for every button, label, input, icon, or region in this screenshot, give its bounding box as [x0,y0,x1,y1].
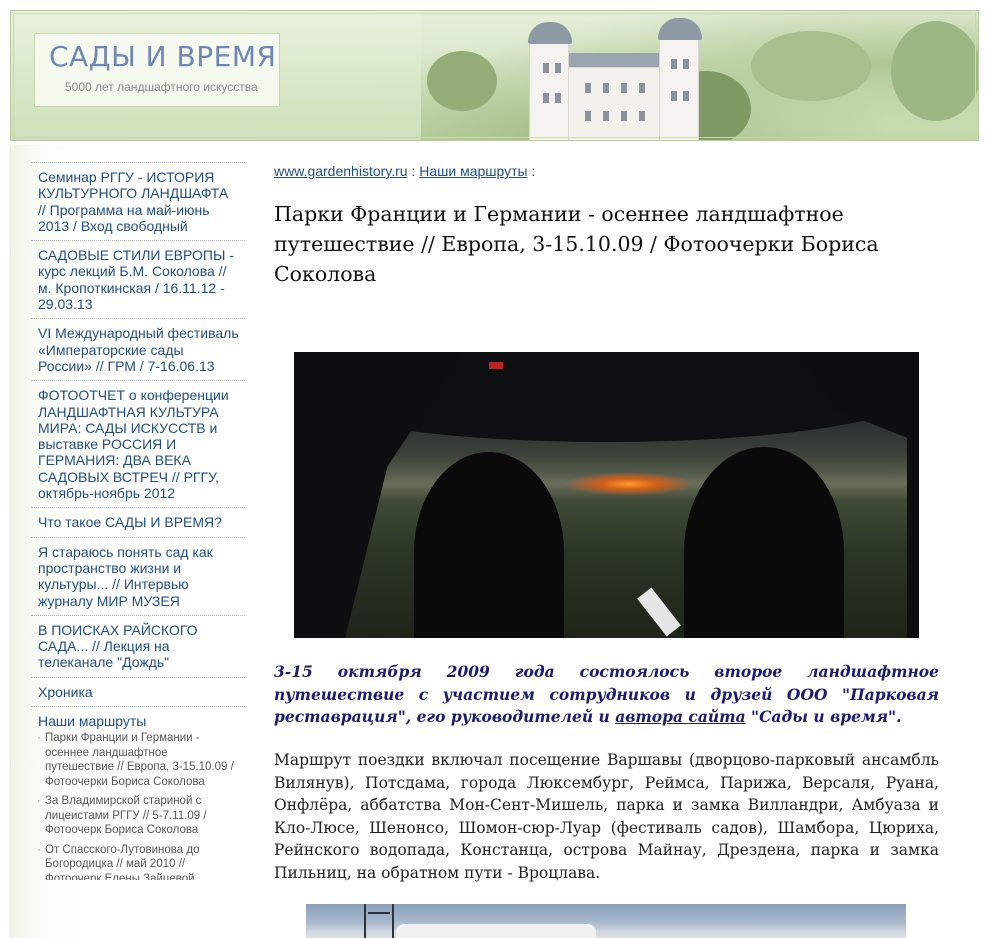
sidebar-subitem-vladimir-trip[interactable]: За Владимирской стариной с лицеистами РГ… [31,794,245,843]
lead-text-end: "Сады и время". [745,707,902,726]
sidebar-item-chronicle[interactable]: Хроника [31,678,245,708]
main-content: www.gardenhistory.ru : Наши маршруты : П… [255,145,959,938]
sidebar-item-about[interactable]: Что такое САДЫ И ВРЕМЯ? [31,508,245,538]
sidebar-item-our-routes[interactable]: Наши маршруты [31,707,245,731]
sidebar: Семинар РГГУ - ИСТОРИЯ КУЛЬТУРНОГО ЛАНДШ… [10,145,255,938]
article-photo-bus-sunset[interactable] [294,352,919,638]
site-title[interactable]: САДЫ И ВРЕМЯ [49,40,276,73]
sidebar-subitem-parks-france-germany[interactable]: Парки Франции и Германии - осеннее ландш… [31,731,245,794]
sidebar-subitem-spasskoe-trip[interactable]: От Спасского-Лутовинова до Богородицка /… [31,843,245,880]
breadcrumb-separator: : [407,163,420,179]
breadcrumb-routes-link[interactable]: Наши маршруты [419,163,527,179]
sidebar-item-seminar-rggu[interactable]: Семинар РГГУ - ИСТОРИЯ КУЛЬТУРНОГО ЛАНДШ… [31,163,245,242]
article-lead: 3-15 октября 2009 года состоялось второе… [274,661,939,729]
breadcrumb-home-link[interactable]: www.gardenhistory.ru [274,163,408,179]
page-title: Парки Франции и Германии - осеннее ландш… [274,202,879,286]
sidebar-item-interview[interactable]: Я стараюсь понять сад как пространство ж… [31,538,245,616]
breadcrumb-separator: : [527,163,536,179]
breadcrumb: www.gardenhistory.ru : Наши маршруты : [274,163,535,179]
sidebar-item-imperial-gardens-festival[interactable]: VI Международный фестиваль «Императорски… [31,319,245,382]
article-photo-second[interactable] [306,904,906,938]
sidebar-item-lecture-dozhd[interactable]: В ПОИСКАХ РАЙСКОГО САДА... // Лекция на … [31,616,245,678]
sidebar-item-garden-styles-course[interactable]: САДОВЫЕ СТИЛИ ЕВРОПЫ - курс лекций Б.М. … [31,241,245,320]
site-subtitle: 5000 лет ландшафтного искусства [65,80,258,94]
article-body: Маршрут поездки включал посещение Варшав… [274,751,939,882]
sidebar-item-conference-photo-report[interactable]: ФОТООТЧЕТ о конференции ЛАНДШАФТНАЯ КУЛЬ… [31,381,245,509]
site-logo[interactable]: САДЫ И ВРЕМЯ 5000 лет ландшафтного искус… [34,33,280,107]
sidebar-nav: Семинар РГГУ - ИСТОРИЯ КУЛЬТУРНОГО ЛАНДШ… [31,162,245,880]
author-link[interactable]: автора сайта [615,707,745,726]
